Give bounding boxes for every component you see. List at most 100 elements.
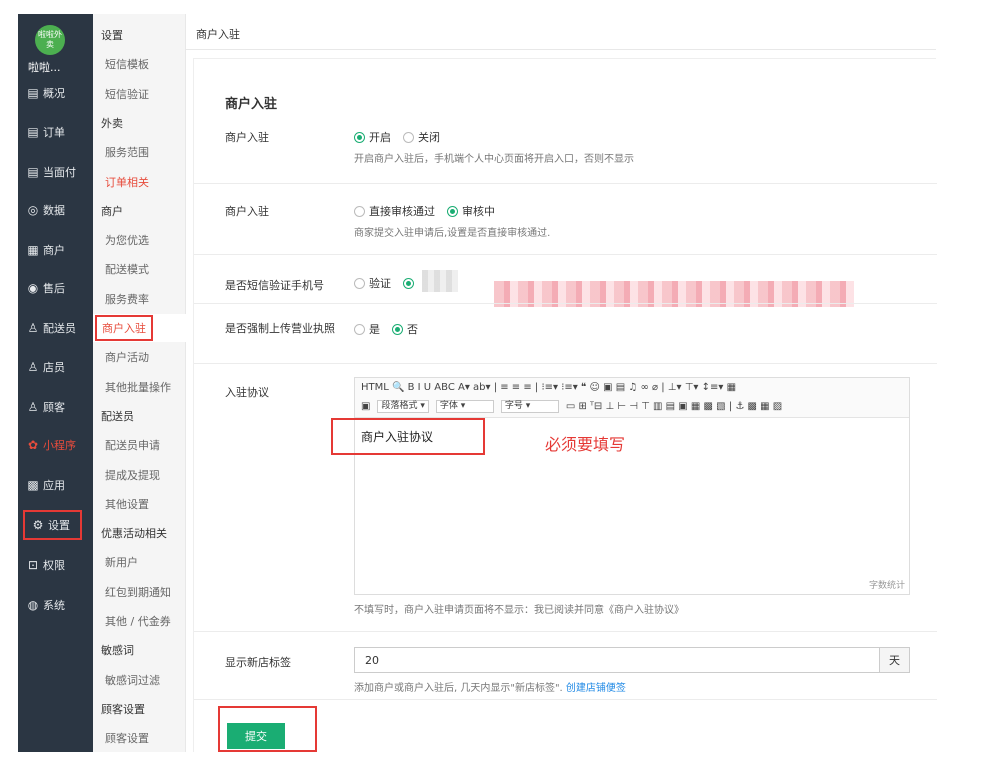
submenu-item-label: 商户活动 [105,351,149,365]
redacted-area [422,270,458,292]
divider [194,303,937,304]
order-icon: ▤ [27,125,39,139]
submenu-item-label: 其他设置 [105,497,149,511]
editor-toolbar-row-1[interactable]: HTML 🔍 B I U ABC A▾ ab▾ | ≡ ≡ ≡ | ⁝≡▾ ⁝≡… [361,382,736,393]
radio-license-yes-label: 是 [369,323,380,336]
rail-item-dashboard[interactable]: ▤ 概况 [18,78,93,108]
editor-toolbar-row-2: ▣ 段落格式 ▾ 字体 ▾ 字号 ▾ ▭ ⊞ ᵀ⊟ ⊥ ⊢ ⊣ ⊤ ▥ ▤ ▣ … [361,400,782,413]
settings-icon: ⚙ [32,518,44,532]
rail-item-permission[interactable]: ⊡ 权限 [18,550,93,580]
submenu-item[interactable]: 服务范围 [93,138,186,166]
submenu-item-label: 顾客设置 [101,702,145,716]
submenu-item-label: 配送员申请 [105,439,160,453]
new-store-days-input[interactable] [355,648,879,672]
submenu-item-label: 服务费率 [105,292,149,306]
rail-item-order[interactable]: ▤ 订单 [18,117,93,147]
radio-direct-approve[interactable]: 直接审核通过 [354,203,435,219]
rail-item-counter-pay[interactable]: ▤ 当面付 [18,157,93,187]
submenu-item[interactable]: 新用户 [93,548,186,576]
app-name[interactable]: 啦啦... [28,59,86,75]
rail-item-customer[interactable]: ♙ 顾客 [18,392,93,422]
submenu-item-label: 优惠活动相关 [101,527,167,541]
rail-item-label: 应用 [43,479,65,492]
days-unit-addon: 天 [879,648,909,672]
permission-icon: ⊡ [27,558,39,572]
table-tools[interactable]: ▭ ⊞ ᵀ⊟ ⊥ ⊢ ⊣ ⊤ ▥ ▤ ▣ ▦ ▩ ▧ | ⚓ ▩ ▦ ▨ [566,401,782,412]
submenu-item[interactable]: 服务费率 [93,285,186,313]
new-store-days-field: 天 [354,647,910,673]
submenu-item[interactable]: 订单相关 [93,168,186,196]
customer-icon: ♙ [27,400,39,414]
dashboard-icon: ▤ [27,86,39,100]
submenu-group-heading: 商户 [93,197,186,225]
submenu-item[interactable]: 短信验证 [93,80,186,108]
font-size-select[interactable]: 字号 ▾ [500,400,559,413]
create-store-tag-link[interactable]: 创建店铺便签 [566,683,626,694]
rail-item-stats[interactable]: ◎ 数据 [18,195,93,225]
annotation-required-note: 必须要填写 [545,435,626,454]
submenu-item-label: 为您优选 [105,234,149,248]
radio-unchecked-icon [354,277,365,289]
sms-verify-label: 是否短信验证手机号 [225,279,324,292]
submenu-item[interactable]: 配送模式 [93,255,186,283]
submenu-item[interactable]: 其他批量操作 [93,373,186,401]
submenu-item[interactable]: 提成及提现 [93,461,186,489]
submenu-item-label: 其他 / 代金券 [105,615,171,628]
merchant-review-help: 商家提交入驻申请后,设置是否直接审核通过. [354,228,551,239]
radio-under-review[interactable]: 审核中 [447,203,495,219]
submenu-item[interactable]: 为您优选 [93,226,186,254]
rich-text-editor[interactable]: HTML 🔍 B I U ABC A▾ ab▾ | ≡ ≡ ≡ | ⁝≡▾ ⁝≡… [354,377,910,595]
submenu-item[interactable]: 商户活动 [93,343,186,371]
submenu-group-heading: 设置 [93,21,186,49]
submenu-item[interactable]: 顾客设置 [93,724,186,752]
rail-item-shop[interactable]: ▦ 商户 [18,235,93,265]
rail-item-apps[interactable]: ▩ 应用 [18,470,93,500]
submenu-item[interactable]: 配送员申请 [93,431,186,459]
radio-license-no-label: 否 [407,323,418,336]
rail-item-system[interactable]: ◍ 系统 [18,590,93,620]
rail-item-aftersale[interactable]: ◉ 售后 [18,273,93,303]
editor-toolbar-buttons[interactable]: HTML 🔍 B I U ABC A▾ ab▾ | ≡ ≡ ≡ | ⁝≡▾ ⁝≡… [361,382,736,393]
radio-sms-other[interactable] [403,277,418,289]
rail-item-courier[interactable]: ♙ 配送员 [18,313,93,343]
paragraph-format-value: 段落格式 [381,401,418,411]
app-logo: 啦啦外卖 [35,25,65,55]
radio-checked-icon [447,205,458,217]
radio-unchecked-icon [403,131,414,143]
rail-item-clerk[interactable]: ♙ 店员 [18,352,93,382]
radio-direct-approve-label: 直接审核通过 [369,205,435,218]
rail-item-miniprogram[interactable]: ✿ 小程序 [18,430,93,460]
radio-sms-verify[interactable]: 验证 [354,275,391,291]
editor-content[interactable]: 商户入驻协议 [331,418,485,455]
radio-license-yes[interactable]: 是 [354,321,380,337]
apps-icon: ▩ [27,478,39,492]
submenu-item[interactable]: 红包到期通知 [93,578,186,606]
rail-item-label: 订单 [43,126,65,139]
submenu-item[interactable]: 短信模板 [93,50,186,78]
radio-unchecked-icon [354,323,365,335]
paragraph-format-icon: ▣ [361,401,371,412]
radio-disable-label: 关闭 [418,131,440,144]
radio-enable-label: 开启 [369,131,391,144]
submenu-item[interactable]: 其他设置 [93,490,186,518]
submenu-item[interactable]: 敏感词过滤 [93,666,186,694]
submenu-item[interactable]: 其他 / 代金券 [93,607,186,635]
font-family-select[interactable]: 字体 ▾ [435,400,494,413]
new-store-tag-help-text: 添加商户或商户入驻后, 几天内显示"新店标签". [354,683,566,694]
submit-button[interactable]: 提交 [227,723,285,749]
submenu-item-label: 顾客设置 [105,732,149,746]
breadcrumb: 商户入驻 [196,28,240,41]
merchant-entry-switch-label: 商户入驻 [225,131,269,144]
radio-license-no[interactable]: 否 [392,321,418,337]
radio-sms-verify-label: 验证 [369,277,391,290]
paragraph-format-select[interactable]: 段落格式 ▾ [377,400,429,413]
rail-item-settings[interactable]: ⚙ 设置 [23,510,82,540]
editor-toolbar: HTML 🔍 B I U ABC A▾ ab▾ | ≡ ≡ ≡ | ⁝≡▾ ⁝≡… [355,378,909,418]
radio-enable[interactable]: 开启 [354,129,391,145]
divider [194,183,937,184]
shop-icon: ▦ [27,243,39,257]
clerk-icon: ♙ [27,360,39,374]
rail-item-label: 概况 [43,87,65,100]
submenu-item[interactable]: 商户入驻 [93,314,186,342]
radio-disable[interactable]: 关闭 [403,129,440,145]
